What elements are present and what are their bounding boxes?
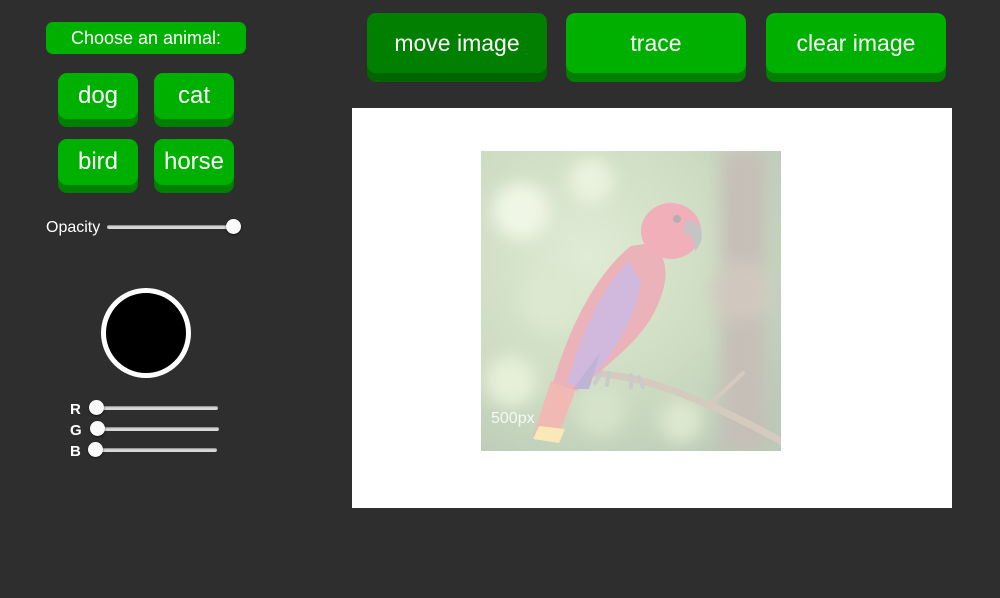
- photo-watermark: 500px: [491, 410, 535, 427]
- photo-layer: 500px: [481, 151, 781, 451]
- dog-button[interactable]: dog: [58, 73, 138, 119]
- cat-button[interactable]: cat: [154, 73, 234, 119]
- green-label: G: [70, 422, 82, 439]
- parrot-image[interactable]: 500px: [481, 151, 781, 451]
- opacity-label: Opacity: [46, 219, 101, 236]
- red-slider-thumb[interactable]: [89, 400, 104, 415]
- red-slider[interactable]: [89, 400, 218, 415]
- red-label: R: [70, 401, 81, 418]
- parrot-photo-drawing: 500px: [481, 151, 781, 451]
- green-slider[interactable]: [90, 421, 219, 436]
- green-slider-thumb[interactable]: [90, 421, 105, 436]
- color-preview-swatch: [101, 288, 191, 378]
- trace-button[interactable]: trace: [566, 13, 746, 73]
- blue-slider-thumb[interactable]: [88, 442, 103, 457]
- bird-button[interactable]: bird: [58, 139, 138, 185]
- blue-slider[interactable]: [88, 442, 217, 457]
- opacity-slider[interactable]: [107, 219, 241, 234]
- opacity-slider-thumb[interactable]: [226, 219, 241, 234]
- blue-label: B: [70, 443, 81, 460]
- clear-image-button[interactable]: clear image: [766, 13, 946, 73]
- horse-button[interactable]: horse: [154, 139, 234, 185]
- drawing-canvas[interactable]: 500px: [352, 108, 952, 508]
- move-image-button[interactable]: move image: [367, 13, 547, 73]
- choose-animal-label: Choose an animal:: [46, 22, 246, 54]
